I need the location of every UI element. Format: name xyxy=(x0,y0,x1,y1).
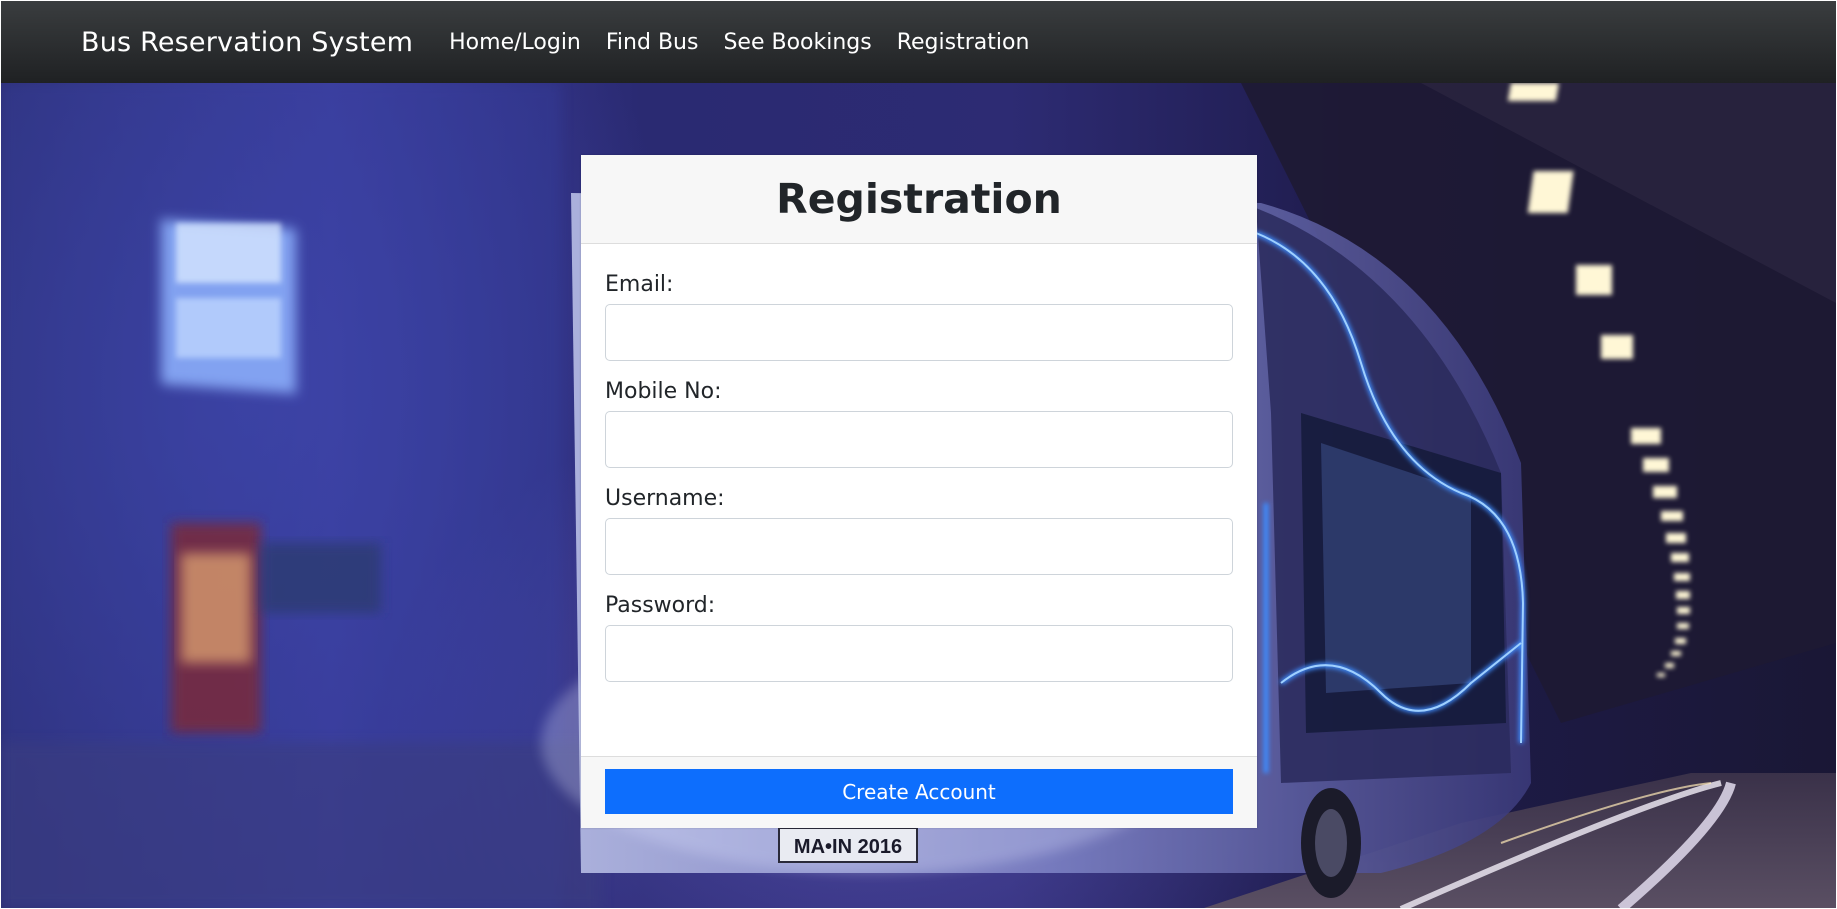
nav-link-home-login[interactable]: Home/Login xyxy=(449,30,581,55)
email-field[interactable] xyxy=(605,304,1233,361)
registration-form: Email: Mobile No: Username: Password: xyxy=(581,244,1257,682)
nav-link-registration[interactable]: Registration xyxy=(897,30,1030,55)
mobile-label: Mobile No: xyxy=(605,379,722,404)
mobile-group: Mobile No: xyxy=(605,379,1233,468)
card-footer: Create Account xyxy=(581,756,1257,828)
license-plate: MA•IN 2016 xyxy=(794,836,902,858)
brand-link[interactable]: Bus Reservation System xyxy=(81,27,413,58)
navbar: Bus Reservation System Home/Login Find B… xyxy=(1,1,1836,83)
card-header: Registration xyxy=(581,155,1257,244)
username-field[interactable] xyxy=(605,518,1233,575)
email-group: Email: xyxy=(605,272,1233,361)
page-title: Registration xyxy=(776,175,1062,223)
app-frame: Bus Reservation System Home/Login Find B… xyxy=(1,1,1836,908)
nav-link-see-bookings[interactable]: See Bookings xyxy=(723,30,871,55)
username-label: Username: xyxy=(605,486,725,511)
email-label: Email: xyxy=(605,272,674,297)
username-group: Username: xyxy=(605,486,1233,575)
nav-link-find-bus[interactable]: Find Bus xyxy=(606,30,699,55)
password-group: Password: xyxy=(605,593,1233,682)
password-field[interactable] xyxy=(605,625,1233,682)
registration-card: Registration Email: Mobile No: Username:… xyxy=(581,155,1257,828)
mobile-field[interactable] xyxy=(605,411,1233,468)
nav-links: Home/Login Find Bus See Bookings Registr… xyxy=(449,30,1029,55)
create-account-button[interactable]: Create Account xyxy=(605,769,1233,814)
password-label: Password: xyxy=(605,593,716,618)
